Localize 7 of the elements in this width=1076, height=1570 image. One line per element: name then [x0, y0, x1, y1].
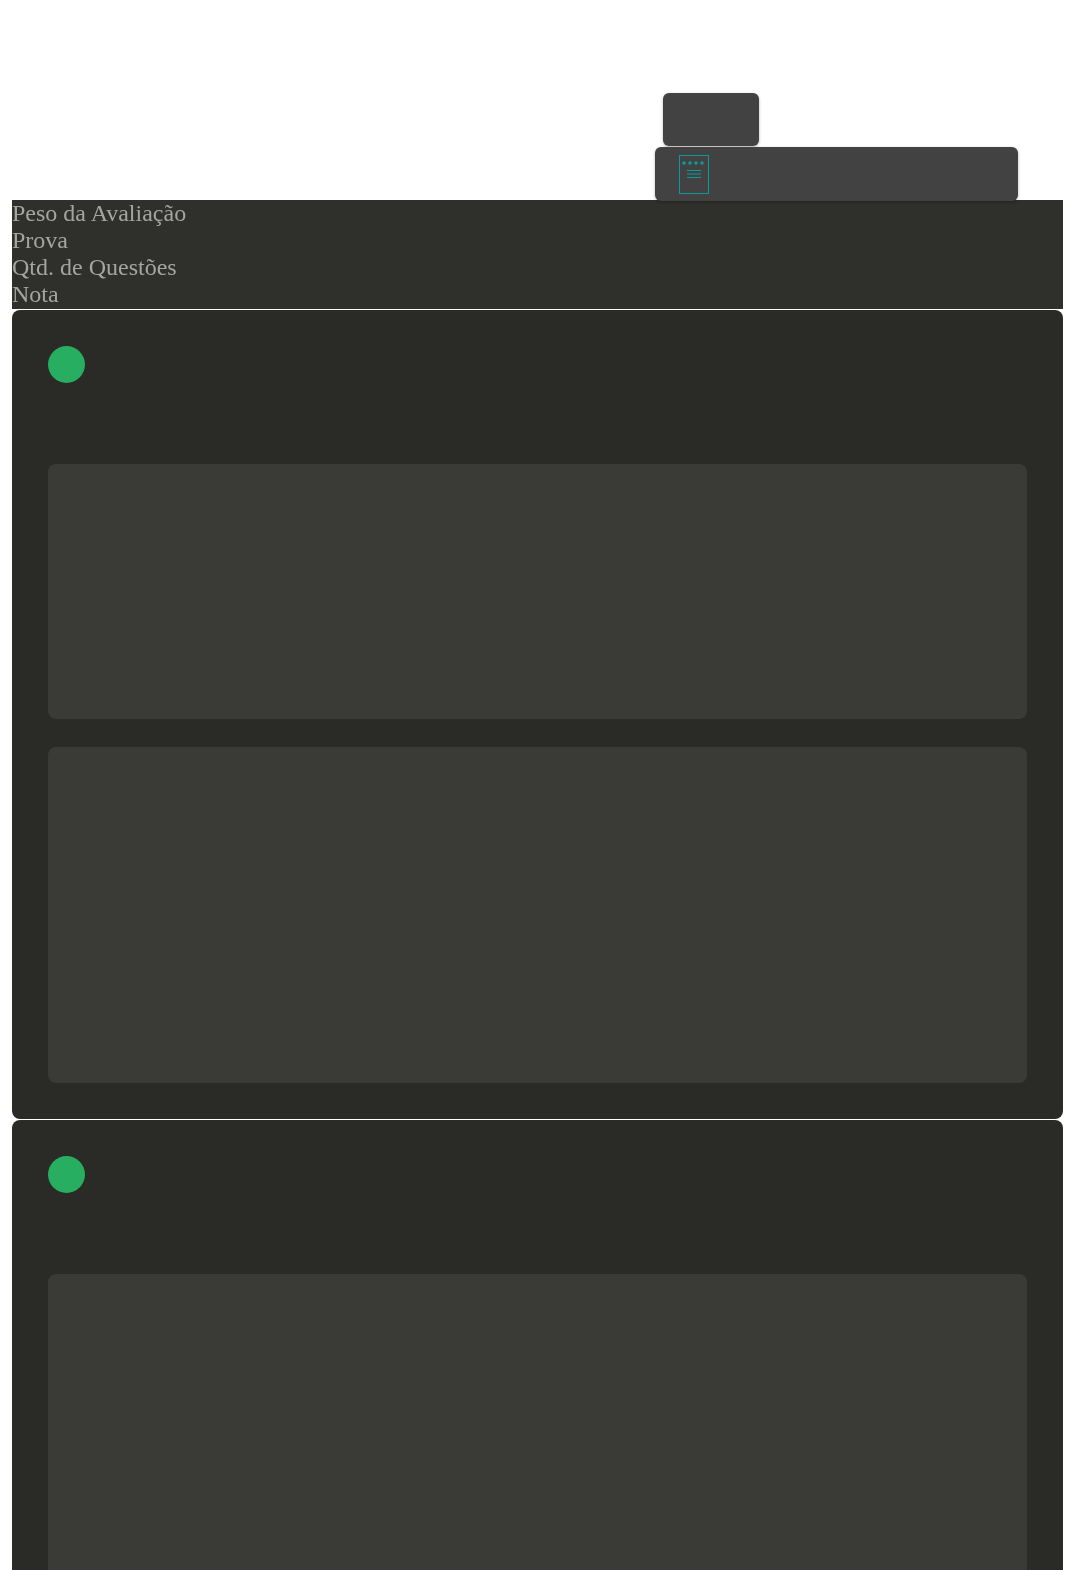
field-label: Qtd. de Questões [12, 254, 177, 281]
status-dot [48, 346, 85, 383]
field-label: Prova [12, 227, 68, 254]
document-icon[interactable] [679, 154, 709, 194]
field-label: Nota [12, 281, 59, 308]
field-label: Peso da Avaliação [12, 200, 187, 227]
status-dot [48, 1156, 85, 1193]
